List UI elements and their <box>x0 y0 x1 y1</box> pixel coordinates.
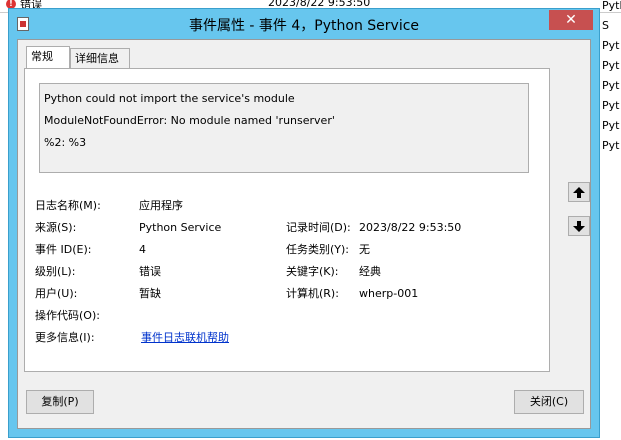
background-source-cell: Pyt <box>602 119 620 132</box>
copy-button[interactable]: 复制(P) <box>26 390 94 414</box>
next-event-button[interactable] <box>568 216 590 236</box>
user-value: 暂缺 <box>139 287 161 300</box>
description-line: Python could not import the service's mo… <box>44 92 295 105</box>
log-name-label: 日志名称(M): <box>35 199 101 212</box>
description-line: ModuleNotFoundError: No module named 'ru… <box>44 114 335 127</box>
background-source-cell: Pyt <box>602 39 620 52</box>
description-line: %2: %3 <box>44 136 87 149</box>
event-id-value: 4 <box>139 243 146 256</box>
keywords-value: 经典 <box>359 265 381 278</box>
close-button[interactable]: 关闭(C) <box>514 390 584 414</box>
task-category-label: 任务类别(Y): <box>286 243 350 256</box>
more-info-label: 更多信息(I): <box>35 331 95 344</box>
user-label: 用户(U): <box>35 287 78 300</box>
task-category-value: 无 <box>359 243 370 256</box>
source-label: 来源(S): <box>35 221 77 234</box>
background-source-cell: Python S <box>602 0 621 32</box>
computer-label: 计算机(R): <box>286 287 339 300</box>
window-close-button[interactable]: ✕ <box>549 10 593 30</box>
level-value: 错误 <box>139 265 161 278</box>
arrow-up-icon <box>573 187 585 198</box>
background-source-cell: Pyt <box>602 139 620 152</box>
background-source-cell: Pyt <box>602 79 620 92</box>
dialog-client-area: 常规 详细信息 Python could not import the serv… <box>17 39 591 429</box>
level-label: 级别(L): <box>35 265 76 278</box>
title-bar[interactable]: 事件属性 - 事件 4，Python Service ✕ <box>9 9 599 39</box>
previous-event-button[interactable] <box>568 182 590 202</box>
source-value: Python Service <box>139 221 222 234</box>
background-source-cell: Pyt <box>602 59 620 72</box>
event-properties-dialog: 事件属性 - 事件 4，Python Service ✕ 常规 详细信息 Pyt… <box>8 8 600 438</box>
tab-general[interactable]: 常规 <box>26 46 70 68</box>
log-name-value: 应用程序 <box>139 199 183 212</box>
event-id-label: 事件 ID(E): <box>35 243 92 256</box>
background-source-column: Python S Pyt Pyt Pyt Pyt Pyt Pyt <box>602 0 621 156</box>
computer-value: wherp-001 <box>359 287 419 300</box>
online-help-link[interactable]: 事件日志联机帮助 <box>141 331 229 345</box>
general-tab-panel: Python could not import the service's mo… <box>24 68 550 372</box>
tab-details[interactable]: 详细信息 <box>70 48 130 68</box>
arrow-down-icon <box>573 221 585 232</box>
opcode-label: 操作代码(O): <box>35 309 100 322</box>
logged-value: 2023/8/22 9:53:50 <box>359 221 462 234</box>
background-source-cell: Pyt <box>602 99 620 112</box>
event-description-box[interactable]: Python could not import the service's mo… <box>39 83 529 173</box>
window-title: 事件属性 - 事件 4，Python Service <box>188 18 420 34</box>
keywords-label: 关键字(K): <box>286 265 339 278</box>
logged-label: 记录时间(D): <box>286 221 351 234</box>
